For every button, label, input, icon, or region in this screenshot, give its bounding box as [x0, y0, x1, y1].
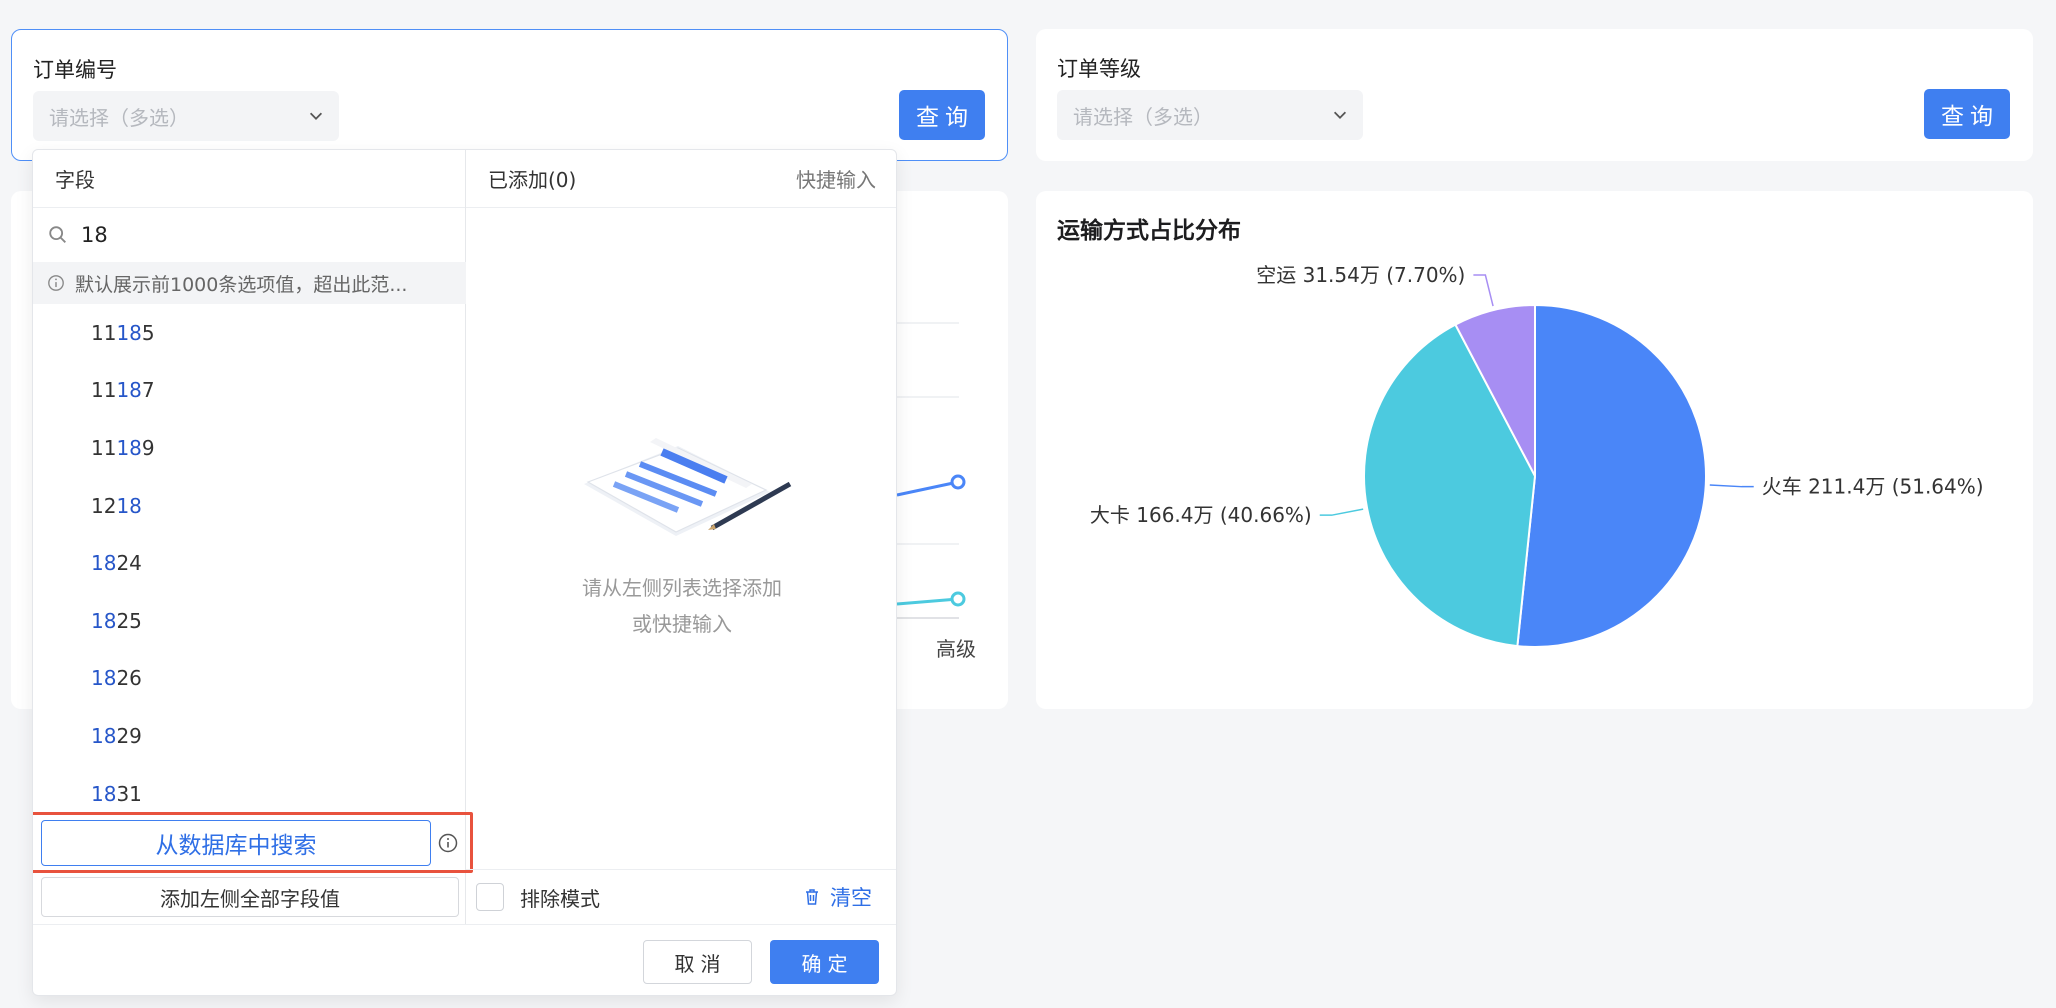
empty-line-2: 或快捷输入: [632, 612, 732, 636]
pie-leader-line: [1473, 274, 1494, 307]
field-values-column: 字段 18 默认展示前1000条选项值，超出此范... 11 18 5 11 18 7 11…: [33, 150, 473, 924]
option-text-post: 29: [116, 723, 142, 748]
order-number-select[interactable]: 请选择（多选）: [33, 91, 339, 141]
field-column-header: 字段: [33, 150, 465, 208]
option-item[interactable]: 18 26: [33, 650, 466, 708]
query-button[interactable]: 查询: [899, 90, 985, 140]
exclude-mode-label: 排除模式: [520, 886, 600, 911]
option-text-match: 18: [116, 435, 142, 460]
pie-chart: 火车 211.4万 (51.64%) 大卡 166.4万 (40.66%) 空运 3…: [1090, 263, 1984, 648]
added-values-column: 已添加(0) 快捷输入 请从左侧列表选择添加 或快捷输入 排除模式 清空: [466, 150, 896, 924]
trash-icon: [806, 889, 818, 905]
filter-title: 订单等级: [1057, 57, 1141, 81]
order-level-filter-card: 订单等级 请选择（多选） 查询: [1036, 29, 2033, 161]
confirm-button[interactable]: 确定: [770, 940, 879, 984]
filter-title: 订单编号: [33, 58, 117, 82]
option-text-match: 18: [91, 723, 117, 748]
panel-footer: 取消 确定: [33, 924, 896, 995]
option-item[interactable]: 11 18 5: [33, 304, 466, 362]
info-icon: [48, 275, 64, 291]
added-count-label: 已添加(0): [488, 168, 577, 192]
pie-slice-label: 空运 31.54万 (7.70%): [1256, 263, 1465, 287]
pie-leader-line: [1319, 508, 1364, 516]
option-item[interactable]: 18 29: [33, 707, 466, 765]
pie-slice-label: 火车 211.4万 (51.64%): [1762, 475, 1984, 499]
order-number-filter-card: 订单编号 请选择（多选） 查询: [11, 29, 1008, 161]
option-text-post: 31: [116, 781, 142, 806]
option-text-pre: 11: [91, 435, 117, 460]
empty-state-text: 请从左侧列表选择添加 或快捷输入: [466, 570, 896, 642]
option-text-post: 25: [116, 608, 142, 633]
series-point-cyan: [950, 591, 966, 607]
series-line-blue: [896, 480, 959, 497]
quick-input-link[interactable]: 快捷输入: [796, 164, 876, 193]
x-axis-tick-label: 高级: [936, 637, 976, 661]
option-item[interactable]: 18 25: [33, 592, 466, 650]
search-database-button[interactable]: 从数据库中搜索: [41, 820, 431, 866]
option-text-post: 7: [141, 378, 155, 403]
cancel-button[interactable]: 取消: [643, 940, 752, 984]
added-column-header: 已添加(0) 快捷输入: [466, 150, 896, 208]
add-all-values-button[interactable]: 添加左侧全部字段值: [41, 877, 459, 917]
info-icon[interactable]: [437, 832, 459, 854]
series-line-cyan: [896, 597, 959, 606]
option-text-match: 18: [91, 666, 117, 691]
option-text-match: 18: [91, 608, 117, 633]
added-column-actions: 排除模式 清空: [466, 869, 896, 924]
exclude-mode-checkbox[interactable]: [476, 883, 504, 911]
option-text-match: 18: [91, 551, 117, 576]
option-item[interactable]: 12 18: [33, 477, 466, 535]
option-item[interactable]: 11 18 7: [33, 362, 466, 420]
limit-tip: 默认展示前1000条选项值，超出此范...: [33, 262, 466, 304]
option-text-post: 24: [116, 551, 142, 576]
option-item[interactable]: 18 24: [33, 534, 466, 592]
empty-state-illustration: [584, 438, 792, 536]
option-text-pre: 12: [91, 493, 117, 518]
pie-slice[interactable]: [1516, 303, 1707, 648]
exclude-mode-toggle[interactable]: 排除模式: [476, 883, 600, 912]
select-placeholder: 请选择（多选）: [1073, 104, 1213, 129]
option-text-pre: 11: [91, 320, 117, 345]
clear-button[interactable]: 清空: [802, 882, 872, 912]
order-level-select[interactable]: 请选择（多选）: [1057, 90, 1363, 140]
option-text-match: 18: [116, 493, 142, 518]
multiselect-dropdown-panel: 字段 18 默认展示前1000条选项值，超出此范... 11 18 5 11 18 7 11…: [32, 149, 897, 996]
option-text-match: 18: [116, 320, 142, 345]
option-text-pre: 11: [91, 378, 117, 403]
option-list: 11 18 5 11 18 7 11 18 9 12 18 18 24 18 25 18 26 18 29 18 31: [33, 304, 466, 822]
search-icon: [49, 226, 66, 243]
search-value: 18: [81, 223, 108, 247]
select-placeholder: 请选择（多选）: [49, 105, 189, 130]
pie-chart-card: 运输方式占比分布 火车 211.4万 (51.64%) 大卡 166.4万 (40…: [1036, 191, 2033, 709]
option-text-post: 9: [141, 435, 155, 460]
chevron-down-icon: [1333, 111, 1347, 119]
option-text-post: 5: [141, 320, 155, 345]
value-search-input[interactable]: 18: [33, 208, 466, 262]
option-text-post: 26: [116, 666, 142, 691]
option-text-match: 18: [116, 378, 142, 403]
option-item[interactable]: 11 18 9: [33, 419, 466, 477]
pie-leader-line: [1709, 484, 1754, 488]
tip-text: 默认展示前1000条选项值，超出此范...: [75, 273, 408, 296]
empty-line-1: 请从左侧列表选择添加: [582, 576, 782, 600]
series-point-blue: [950, 474, 966, 490]
option-text-match: 18: [91, 781, 117, 806]
chevron-down-icon: [309, 112, 323, 120]
field-header-label: 字段: [55, 168, 95, 192]
clear-label: 清空: [830, 886, 872, 910]
query-button[interactable]: 查询: [1924, 89, 2010, 139]
pie-slice-label: 大卡 166.4万 (40.66%): [1090, 503, 1312, 527]
